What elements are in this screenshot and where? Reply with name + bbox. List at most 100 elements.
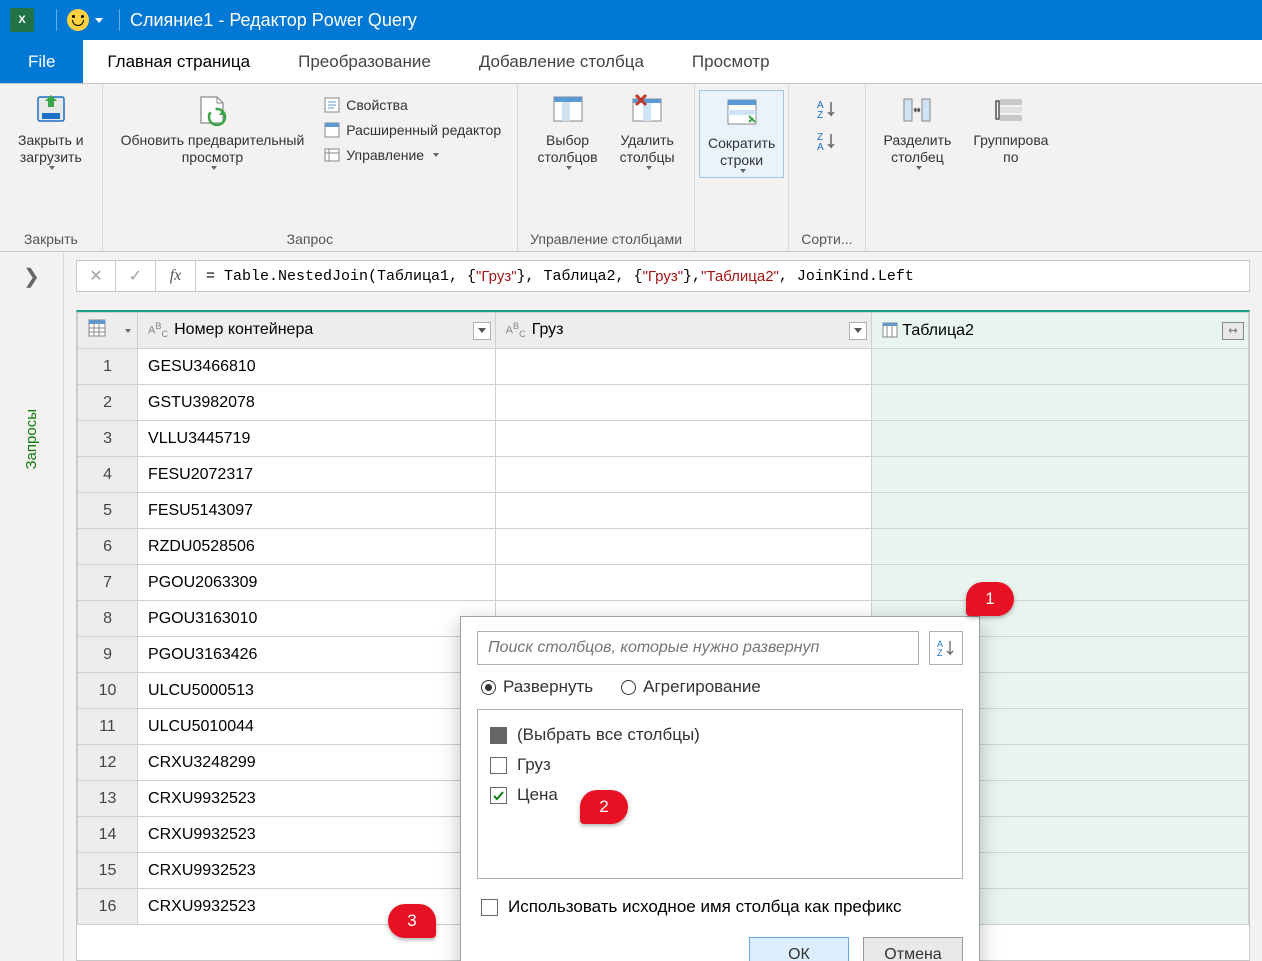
cell-container[interactable]: CRXU3248299 (138, 745, 496, 781)
formula-bar[interactable]: = Table.NestedJoin(Таблица1, {"Груз"}, Т… (196, 260, 1250, 292)
column-filter-button[interactable] (849, 322, 867, 340)
cell-table2[interactable] (872, 421, 1249, 457)
cell-container[interactable]: PGOU2063309 (138, 565, 496, 601)
expand-pane-icon[interactable]: ❯ (23, 264, 40, 289)
row-number-header[interactable] (78, 313, 138, 349)
formula-commit-button[interactable]: ✓ (116, 260, 156, 292)
qat-dropdown-icon[interactable] (95, 18, 103, 23)
sort-columns-button[interactable]: AZ (929, 631, 963, 665)
cell-cargo[interactable] (495, 493, 872, 529)
cell-table2[interactable] (872, 385, 1249, 421)
reduce-rows-icon (724, 95, 760, 131)
table-row[interactable]: 1 GESU3466810 (78, 349, 1249, 385)
cell-container[interactable]: ULCU5000513 (138, 673, 496, 709)
cell-container[interactable]: CRXU9932523 (138, 889, 496, 925)
close-load-icon (33, 92, 69, 128)
cell-cargo[interactable] (495, 385, 872, 421)
cancel-button[interactable]: Отмена (863, 937, 963, 961)
cell-container[interactable]: CRXU9932523 (138, 817, 496, 853)
ok-button[interactable]: ОК (749, 937, 849, 961)
properties-button[interactable]: Свойства (320, 94, 505, 116)
column-filter-button[interactable] (473, 322, 491, 340)
cell-container[interactable]: FESU2072317 (138, 457, 496, 493)
check-cargo[interactable]: Груз (488, 750, 952, 780)
cell-cargo[interactable] (495, 529, 872, 565)
check-select-all[interactable]: (Выбрать все столбцы) (488, 720, 952, 750)
ribbon-group-close: Закрыть и загрузить Закрыть (0, 84, 103, 251)
manage-button[interactable]: Управление (320, 144, 505, 166)
group-by-label: Группирова по (973, 132, 1048, 166)
close-load-label: Закрыть и загрузить (18, 132, 84, 166)
ribbon-group-sort: AZ ZA Сорти... (789, 84, 865, 251)
main-area: ✕ ✓ fx = Table.NestedJoin(Таблица1, {"Гр… (64, 252, 1262, 961)
cell-container[interactable]: CRXU9932523 (138, 853, 496, 889)
cell-cargo[interactable] (495, 421, 872, 457)
cell-container[interactable]: RZDU0528506 (138, 529, 496, 565)
ribbon-group-rows: Сократить строки (695, 84, 789, 251)
radio-expand[interactable]: Развернуть (481, 677, 593, 697)
prefix-checkbox-row[interactable]: Использовать исходное имя столбца как пр… (481, 897, 963, 917)
group-label: Сорти... (801, 231, 852, 247)
cell-cargo[interactable] (495, 349, 872, 385)
cell-container[interactable]: CRXU9932523 (138, 781, 496, 817)
popup-buttons: ОК Отмена (477, 937, 963, 961)
cell-container[interactable]: FESU5143097 (138, 493, 496, 529)
table-row[interactable]: 5 FESU5143097 (78, 493, 1249, 529)
sort-desc-button[interactable]: ZA (811, 128, 843, 154)
sort-asc-button[interactable]: AZ (811, 96, 843, 122)
table-row[interactable]: 3 VLLU3445719 (78, 421, 1249, 457)
refresh-icon (194, 92, 230, 128)
close-and-load-button[interactable]: Закрыть и загрузить (12, 90, 90, 172)
cell-table2[interactable] (872, 529, 1249, 565)
table-row[interactable]: 7 PGOU2063309 (78, 565, 1249, 601)
refresh-preview-button[interactable]: Обновить предварительный просмотр (115, 90, 311, 172)
column-header-table2[interactable]: Таблица2⇿ (872, 313, 1249, 349)
advanced-editor-button[interactable]: Расширенный редактор (320, 119, 505, 141)
cell-container[interactable]: GSTU3982078 (138, 385, 496, 421)
cell-table2[interactable] (872, 457, 1249, 493)
cell-cargo[interactable] (495, 565, 872, 601)
reduce-rows-button[interactable]: Сократить строки (702, 93, 781, 175)
tab-view[interactable]: Просмотр (668, 40, 794, 83)
tab-file[interactable]: File (0, 40, 83, 83)
tab-transform[interactable]: Преобразование (274, 40, 455, 83)
split-column-button[interactable]: Разделить столбец (878, 90, 958, 172)
smiley-icon[interactable] (67, 9, 89, 31)
radio-aggregate[interactable]: Агрегирование (621, 677, 761, 697)
cell-table2[interactable] (872, 493, 1249, 529)
group-by-button[interactable]: Группирова по (967, 90, 1054, 168)
tab-add-column[interactable]: Добавление столбца (455, 40, 668, 83)
cell-container[interactable]: VLLU3445719 (138, 421, 496, 457)
table-row[interactable]: 2 GSTU3982078 (78, 385, 1249, 421)
expand-column-button[interactable]: ⇿ (1222, 322, 1244, 340)
remove-columns-button[interactable]: Удалить столбцы (614, 90, 681, 172)
column-header-cargo[interactable]: ABCГруз (495, 313, 872, 349)
check-price[interactable]: Цена (488, 780, 952, 810)
cell-container[interactable]: PGOU3163426 (138, 637, 496, 673)
cell-table2[interactable] (872, 565, 1249, 601)
tab-home[interactable]: Главная страница (83, 40, 274, 83)
search-columns-input[interactable] (477, 631, 919, 665)
queries-pane[interactable]: ❯ Запросы (0, 252, 64, 961)
check-label: Цена (517, 785, 558, 805)
chevron-down-icon (49, 166, 55, 170)
formula-cancel-button[interactable]: ✕ (76, 260, 116, 292)
column-header-container-number[interactable]: ABCНомер контейнера (138, 313, 496, 349)
table-row[interactable]: 6 RZDU0528506 (78, 529, 1249, 565)
fx-button[interactable]: fx (156, 260, 196, 292)
row-number: 1 (78, 349, 138, 385)
row-number: 14 (78, 817, 138, 853)
cell-container[interactable]: GESU3466810 (138, 349, 496, 385)
row-number: 11 (78, 709, 138, 745)
cell-table2[interactable] (872, 349, 1249, 385)
cell-cargo[interactable] (495, 457, 872, 493)
table-icon (882, 322, 898, 338)
check-label: (Выбрать все столбцы) (517, 725, 700, 745)
cell-container[interactable]: PGOU3163010 (138, 601, 496, 637)
split-col-label: Разделить столбец (884, 132, 952, 166)
chevron-down-icon (211, 166, 217, 170)
body: ❯ Запросы ✕ ✓ fx = Table.NestedJoin(Табл… (0, 252, 1262, 961)
cell-container[interactable]: ULCU5010044 (138, 709, 496, 745)
choose-columns-button[interactable]: Выбор столбцов (532, 90, 604, 172)
table-row[interactable]: 4 FESU2072317 (78, 457, 1249, 493)
